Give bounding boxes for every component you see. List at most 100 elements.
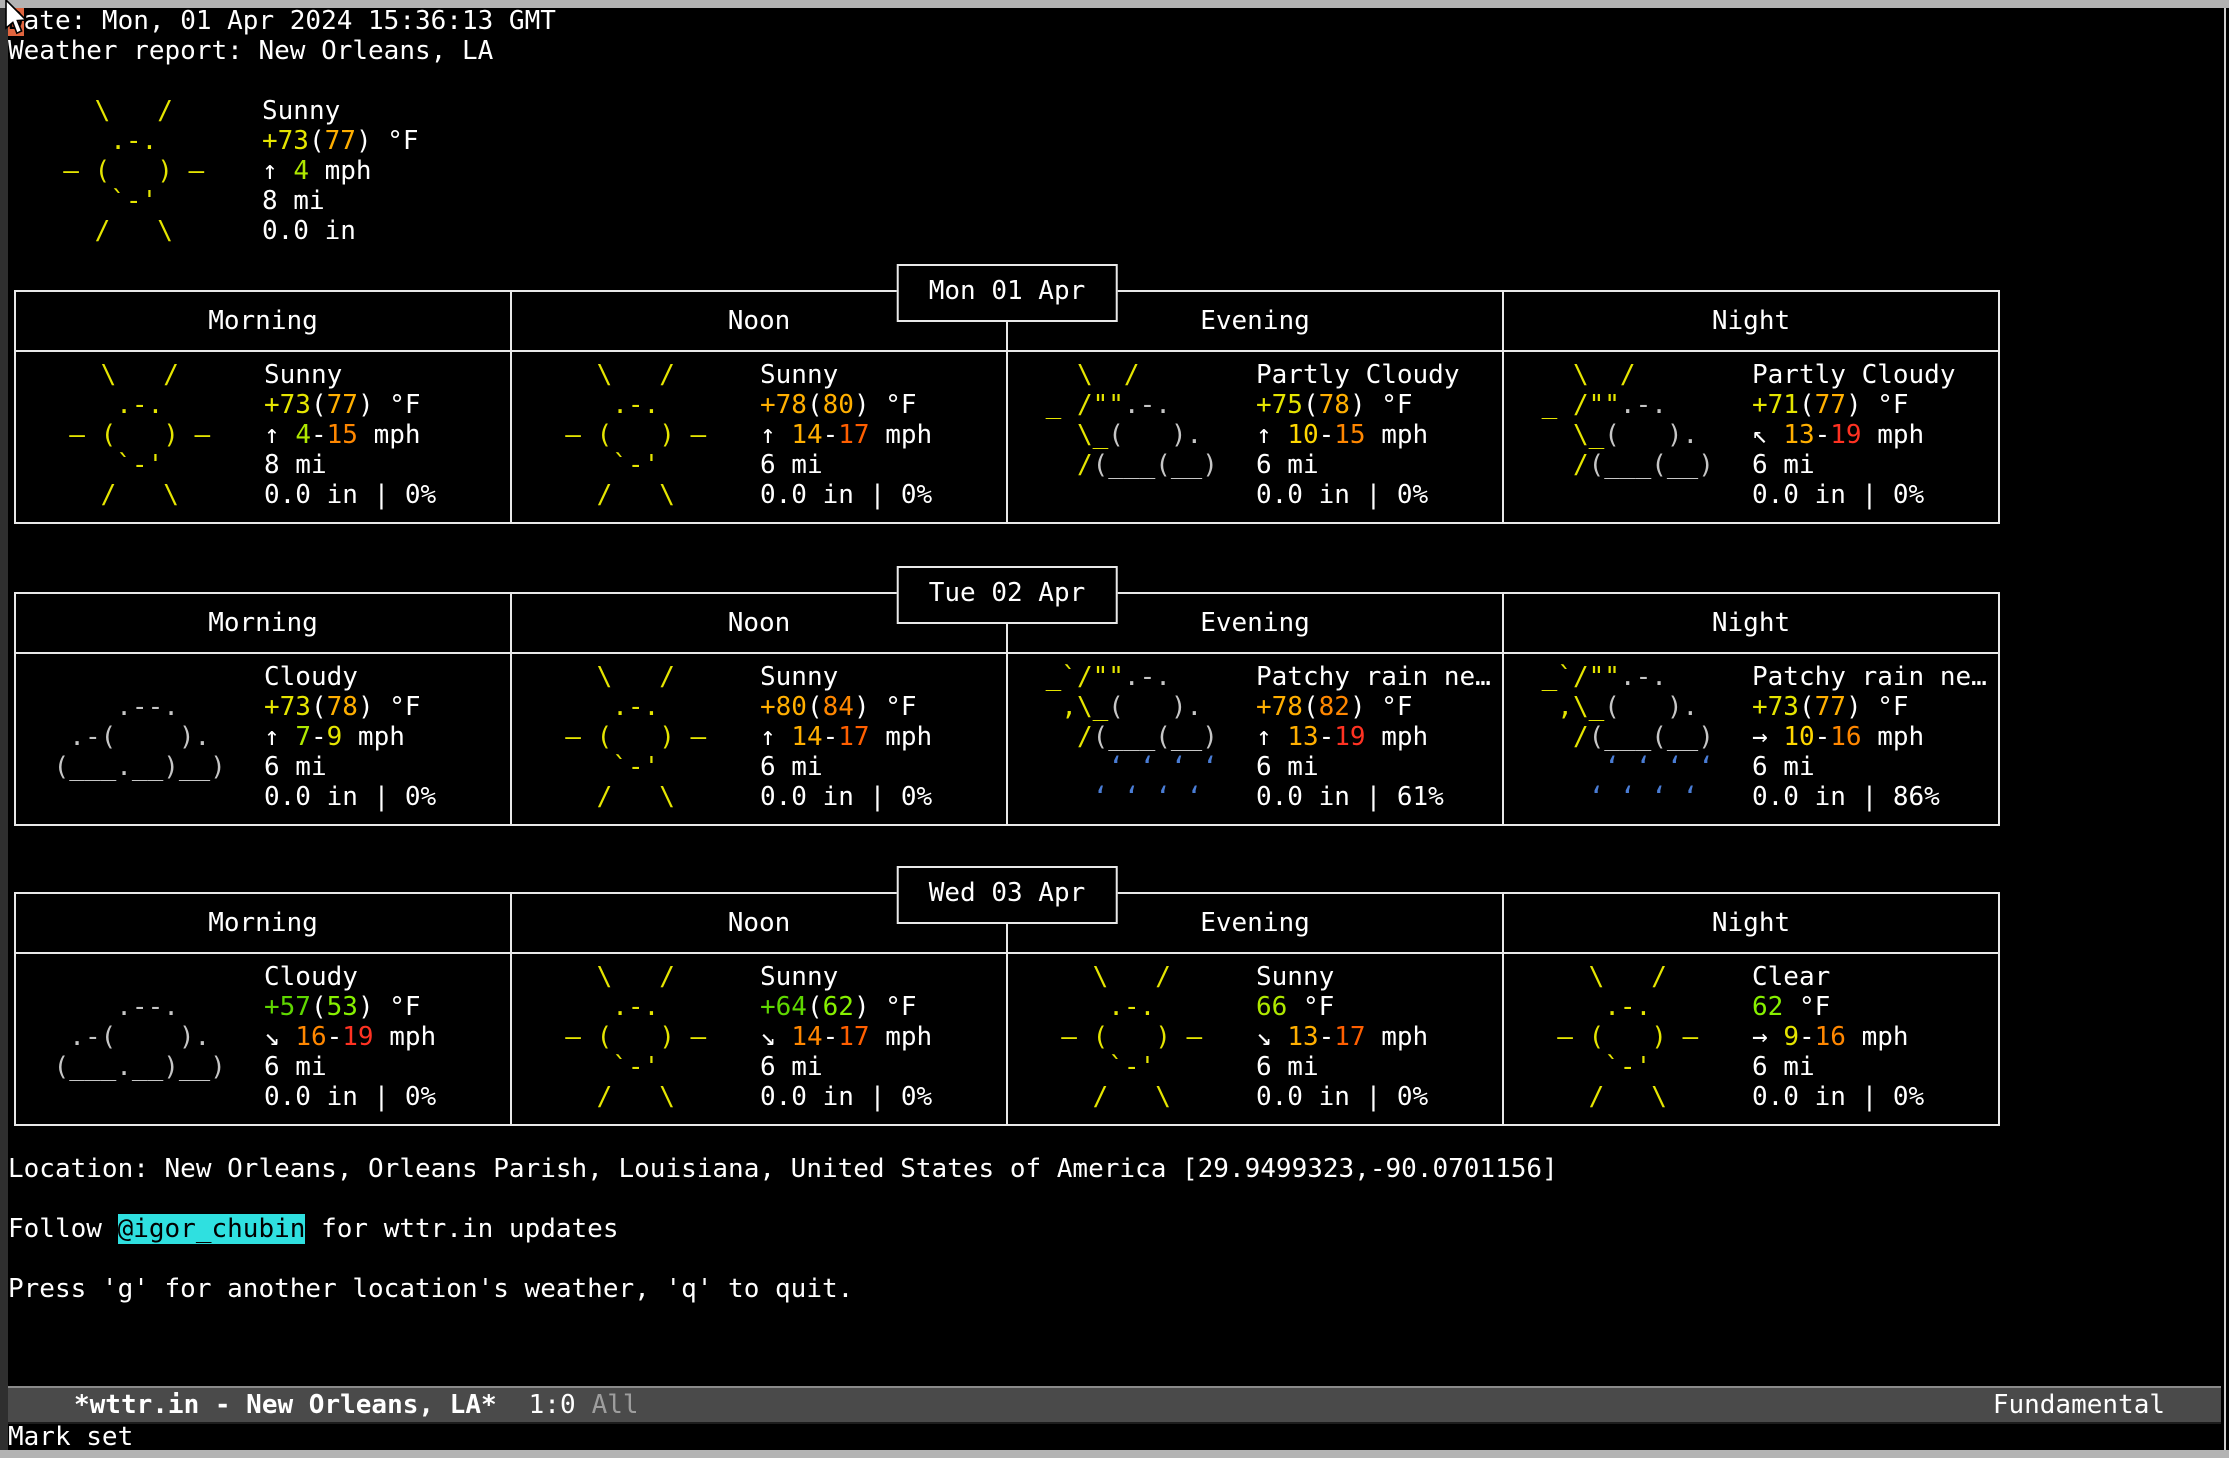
condition-text: Partly Cloudy: [1256, 360, 1460, 390]
cell-noon: \ / .-. ― ( ) ― `-' / \Sunny+64(62) °F↘ …: [510, 954, 1006, 1124]
visibility-text: 6 mi: [760, 752, 932, 782]
visibility-text: 6 mi: [760, 450, 932, 480]
wind-text: ↑ 7-9 mph: [264, 722, 436, 752]
wind-text: ↑ 10-15 mph: [1256, 420, 1460, 450]
emacs-frame: Date: Mon, 01 Apr 2024 15:36:13 GMTWeath…: [0, 0, 2229, 1458]
cell-text: Partly Cloudy+75(78) °F↑ 10-15 mph6 mi0.…: [1256, 360, 1460, 510]
date-tab: Tue 02 Apr: [897, 566, 1118, 624]
condition-text: Clear: [1752, 962, 1924, 992]
visibility-text: 8 mi: [262, 186, 419, 216]
sunny-icon: \ / .-. ― ( ) ― `-' / \: [1526, 962, 1698, 1112]
wind-text: ↖ 13-19 mph: [1752, 420, 1956, 450]
temperature-text: +57(53) °F: [264, 992, 436, 1022]
condition-text: Cloudy: [264, 962, 436, 992]
twitter-handle-highlight[interactable]: @igor_chubin: [118, 1214, 306, 1244]
column-header-morning: Morning: [16, 594, 510, 652]
precipitation-text: 0.0 in | 61%: [1256, 782, 1491, 812]
precipitation-text: 0.0 in | 0%: [264, 782, 436, 812]
condition-text: Sunny: [760, 360, 932, 390]
cell-text: Sunny66 °F↘ 13-17 mph6 mi0.0 in | 0%: [1256, 962, 1428, 1112]
visibility-text: 8 mi: [264, 450, 436, 480]
forecast-table-wed-03-apr: Wed 03 AprMorningNoonEveningNight .--. .…: [14, 866, 2000, 1128]
condition-text: Patchy rain ne…: [1752, 662, 1987, 692]
temperature-text: +64(62) °F: [760, 992, 932, 1022]
window-top-edge: [0, 0, 2229, 8]
forecast-table-mon-01-apr: Mon 01 AprMorningNoonEveningNight \ / .-…: [14, 264, 2000, 526]
column-header-night: Night: [1502, 292, 1998, 350]
patchy-rain-icon: _`/"".-. ,\_( ). /(___(__) ‘ ‘ ‘ ‘ ‘ ‘ ‘…: [1030, 662, 1218, 812]
temperature-text: +75(78) °F: [1256, 390, 1460, 420]
visibility-text: 6 mi: [1256, 1052, 1428, 1082]
cell-noon: \ / .-. ― ( ) ― `-' / \ Sunny+78(80) °F↑ …: [510, 352, 1006, 522]
column-header-night: Night: [1502, 594, 1998, 652]
temperature-text: +80(84) °F: [760, 692, 932, 722]
sunny-icon: \ / .-. ― ( ) ― `-' / \: [1030, 962, 1202, 1112]
condition-text: Sunny: [1256, 962, 1428, 992]
date-tab: Wed 03 Apr: [897, 866, 1118, 924]
date-tab: Mon 01 Apr: [897, 264, 1118, 322]
temperature-text: +73(77) °F: [262, 126, 419, 156]
echo-area: Mark set: [8, 1422, 133, 1452]
column-header-morning: Morning: [16, 894, 510, 952]
cell-evening: _`/"".-. ,\_( ). /(___(__) ‘ ‘ ‘ ‘ ‘ ‘ ‘…: [1006, 654, 1502, 824]
precipitation-text: 0.0 in | 0%: [264, 480, 436, 510]
forecast-table-tue-02-apr: Tue 02 AprMorningNoonEveningNight .--. .…: [14, 566, 2000, 828]
precipitation-text: 0.0 in | 0%: [1256, 1082, 1428, 1112]
cell-text: Partly Cloudy+71(77) °F↖ 13-19 mph6 mi0.…: [1752, 360, 1956, 510]
buffer-name: *wttr.in - New Orleans, LA*: [74, 1390, 497, 1420]
visibility-text: 6 mi: [264, 1052, 436, 1082]
date-line: Date: Mon, 01 Apr 2024 15:36:13 GMT: [8, 6, 556, 36]
wind-text: ↘ 13-17 mph: [1256, 1022, 1428, 1052]
scroll-indicator: All: [592, 1390, 639, 1420]
mouse-cursor-icon: [4, 0, 32, 45]
current-conditions: Sunny+73(77) °F↑ 4 mph8 mi0.0 in: [262, 96, 419, 246]
visibility-text: 6 mi: [1256, 450, 1460, 480]
wind-text: ↑ 4-15 mph: [264, 420, 436, 450]
sunny-icon: \ / .-. ― ( ) ― `-' / \: [38, 360, 210, 510]
precipitation-text: 0.0 in | 0%: [1752, 1082, 1924, 1112]
cell-text: Sunny+73(77) °F↑ 4-15 mph8 mi0.0 in | 0%: [264, 360, 436, 510]
cell-noon: \ / .-. ― ( ) ― `-' / \ Sunny+80(84) °F↑ …: [510, 654, 1006, 824]
temperature-text: +78(80) °F: [760, 390, 932, 420]
cell-morning: \ / .-. ― ( ) ― `-' / \ Sunny+73(77) °F↑ …: [16, 352, 510, 522]
modeline[interactable]: *wttr.in - New Orleans, LA* 1:0 All Fund…: [8, 1386, 2221, 1424]
temperature-text: 66 °F: [1256, 992, 1428, 1022]
wind-text: ↑ 14-17 mph: [760, 420, 932, 450]
wind-text: → 9-16 mph: [1752, 1022, 1924, 1052]
wind-text: ↑ 14-17 mph: [760, 722, 932, 752]
precipitation-text: 0.0 in | 0%: [760, 1082, 932, 1112]
cell-text: Sunny+80(84) °F↑ 14-17 mph6 mi0.0 in | 0…: [760, 662, 932, 812]
visibility-text: 6 mi: [1256, 752, 1491, 782]
column-header-morning: Morning: [16, 292, 510, 350]
cell-text: Sunny+78(80) °F↑ 14-17 mph6 mi0.0 in | 0…: [760, 360, 932, 510]
right-window-divider[interactable]: [2224, 8, 2226, 1450]
sunny-icon: \ / .-. ― ( ) ― `-' / \: [534, 662, 706, 812]
temperature-text: +73(77) °F: [264, 390, 436, 420]
sunny-icon: \ /: [32, 96, 204, 126]
visibility-text: 6 mi: [760, 1052, 932, 1082]
forecast-grid: MorningNoonEveningNight .--. .-( ). (___…: [14, 592, 2000, 826]
forecast-grid: MorningNoonEveningNight .--. .-( ). (___…: [14, 892, 2000, 1126]
partly-cloudy-icon: \ / _ /"".-. \_( ). /(___(__): [1526, 360, 1714, 510]
temperature-text: 62 °F: [1752, 992, 1924, 1022]
partly-cloudy-icon: \ / _ /"".-. \_( ). /(___(__): [1030, 360, 1218, 510]
cloudy-icon: .--. .-( ). (___.__)__): [38, 662, 226, 812]
sunny-icon: \ / .-. ― ( ) ― `-' / \: [534, 360, 706, 510]
sunny-icon: \ / .-. ― ( ) ― `-' / \: [534, 962, 706, 1112]
sunny-icon: ― ( ) ―: [32, 156, 204, 186]
report-header: Date: Mon, 01 Apr 2024 15:36:13 GMTWeath…: [8, 6, 556, 66]
window-bottom-edge: [0, 1450, 2229, 1458]
precipitation-text: 0.0 in | 86%: [1752, 782, 1987, 812]
precipitation-text: 0.0 in | 0%: [760, 480, 932, 510]
visibility-text: 6 mi: [1752, 752, 1987, 782]
precipitation-text: 0.0 in | 0%: [1752, 480, 1956, 510]
forecast-grid: MorningNoonEveningNight \ / .-. ― ( ) ― …: [14, 290, 2000, 524]
precipitation-text: 0.0 in | 0%: [264, 1082, 436, 1112]
sunny-icon: / \: [32, 216, 204, 246]
cell-night: \ / _ /"".-. \_( ). /(___(__) Partly Clou…: [1502, 352, 1998, 522]
sunny-icon: `-': [32, 186, 204, 216]
cell-night: _`/"".-. ,\_( ). /(___(__) ‘ ‘ ‘ ‘ ‘ ‘ ‘…: [1502, 654, 1998, 824]
condition-text: Sunny: [262, 96, 419, 126]
location-line: Location: New Orleans, Orleans Parish, L…: [8, 1154, 1558, 1184]
cell-text: Patchy rain ne…+78(82) °F↑ 13-19 mph6 mi…: [1256, 662, 1491, 812]
